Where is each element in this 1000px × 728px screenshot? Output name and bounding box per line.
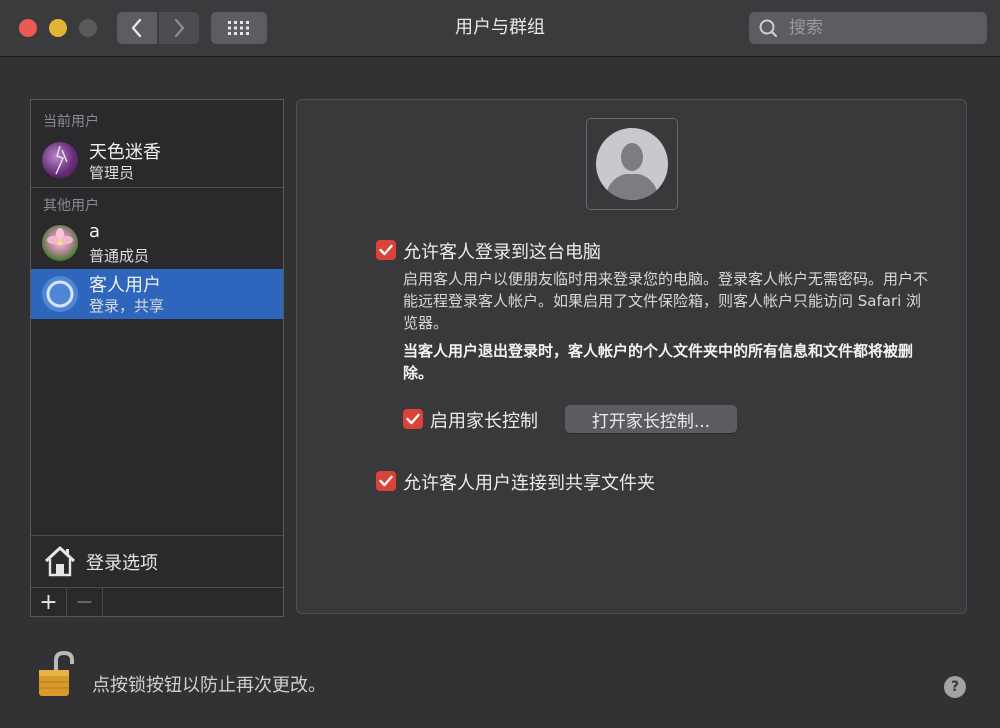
login-options-label: 登录选项 bbox=[86, 553, 158, 574]
chevron-left-icon bbox=[131, 18, 142, 38]
zoom-window-button[interactable] bbox=[79, 19, 97, 37]
remove-user-button[interactable]: − bbox=[67, 588, 103, 617]
users-sidebar: 当前用户 天色迷香 管理员 其他用户 a 普通成员 客人用户 登录，共享 登录选… bbox=[30, 99, 284, 617]
close-window-button[interactable] bbox=[19, 19, 37, 37]
user-role: 普通成员 bbox=[89, 247, 150, 265]
user-silhouette-icon bbox=[596, 128, 668, 200]
shared-folders-checkbox[interactable] bbox=[376, 471, 396, 491]
checkmark-icon bbox=[379, 244, 393, 256]
house-icon bbox=[44, 546, 76, 577]
guest-user-icon bbox=[46, 280, 74, 308]
open-parental-controls-button[interactable]: 打开家长控制... bbox=[565, 405, 737, 433]
user-role: 管理员 bbox=[89, 164, 135, 182]
checkmark-icon bbox=[406, 413, 420, 425]
current-users-label: 当前用户 bbox=[43, 114, 99, 130]
sidebar-toolbar: + − bbox=[31, 587, 283, 617]
parental-controls-label: 启用家长控制 bbox=[430, 411, 538, 432]
user-name: 客人用户 bbox=[89, 275, 161, 296]
forward-button[interactable] bbox=[159, 12, 199, 44]
lightning-icon bbox=[55, 145, 68, 175]
user-avatar bbox=[42, 142, 78, 178]
other-users-label: 其他用户 bbox=[43, 198, 99, 214]
parental-controls-checkbox[interactable] bbox=[403, 409, 423, 429]
user-row-guest[interactable]: 客人用户 登录，共享 bbox=[31, 269, 283, 319]
shared-folders-label: 允许客人用户连接到共享文件夹 bbox=[403, 473, 655, 494]
guest-settings-panel: 允许客人登录到这台电脑 启用客人用户以便朋友临时用来登录您的电脑。登录客人帐户无… bbox=[296, 99, 967, 614]
lock-button[interactable] bbox=[38, 650, 78, 702]
unlocked-padlock-icon bbox=[39, 650, 74, 696]
guest-avatar bbox=[42, 276, 78, 312]
allow-guest-login-label: 允许客人登录到这台电脑 bbox=[403, 242, 601, 263]
add-user-button[interactable]: + bbox=[31, 588, 67, 617]
guest-picture[interactable] bbox=[586, 118, 678, 210]
user-name: a bbox=[89, 221, 101, 242]
user-row-current[interactable]: 天色迷香 管理员 bbox=[31, 135, 283, 185]
sidebar-divider bbox=[31, 187, 283, 188]
chevron-right-icon bbox=[174, 18, 185, 38]
title-bar: 用户与群组 bbox=[0, 0, 1000, 57]
user-name: 天色迷香 bbox=[89, 142, 161, 163]
allow-guest-login-checkbox[interactable] bbox=[376, 240, 396, 260]
guest-description: 启用客人用户以便朋友临时用来登录您的电脑。登录客人帐户无需密码。用户不能远程登录… bbox=[403, 270, 929, 332]
back-button[interactable] bbox=[117, 12, 157, 44]
flower-icon bbox=[47, 228, 73, 245]
search-input[interactable] bbox=[787, 17, 981, 39]
user-avatar bbox=[42, 225, 78, 261]
guest-warning: 当客人用户退出登录时，客人帐户的个人文件夹中的所有信息和文件都将被删除。 bbox=[403, 342, 914, 382]
login-options-item[interactable]: 登录选项 bbox=[31, 535, 283, 588]
grid-icon bbox=[228, 21, 249, 35]
show-all-button[interactable] bbox=[211, 12, 267, 44]
minimize-window-button[interactable] bbox=[49, 19, 67, 37]
help-icon: ? bbox=[950, 679, 960, 695]
checkmark-icon bbox=[379, 475, 393, 487]
help-button[interactable]: ? bbox=[944, 676, 966, 698]
lock-hint: 点按锁按钮以防止再次更改。 bbox=[92, 675, 326, 696]
window: 用户与群组 当前用户 天色迷香 管理员 其他用户 a 普通成员 bbox=[0, 0, 1000, 728]
plus-icon: + bbox=[39, 590, 58, 615]
search-field[interactable] bbox=[749, 12, 987, 44]
minus-icon: − bbox=[75, 590, 94, 615]
user-role: 登录，共享 bbox=[89, 297, 165, 315]
search-icon bbox=[759, 19, 778, 38]
user-row-a[interactable]: a 普通成员 bbox=[31, 219, 283, 269]
